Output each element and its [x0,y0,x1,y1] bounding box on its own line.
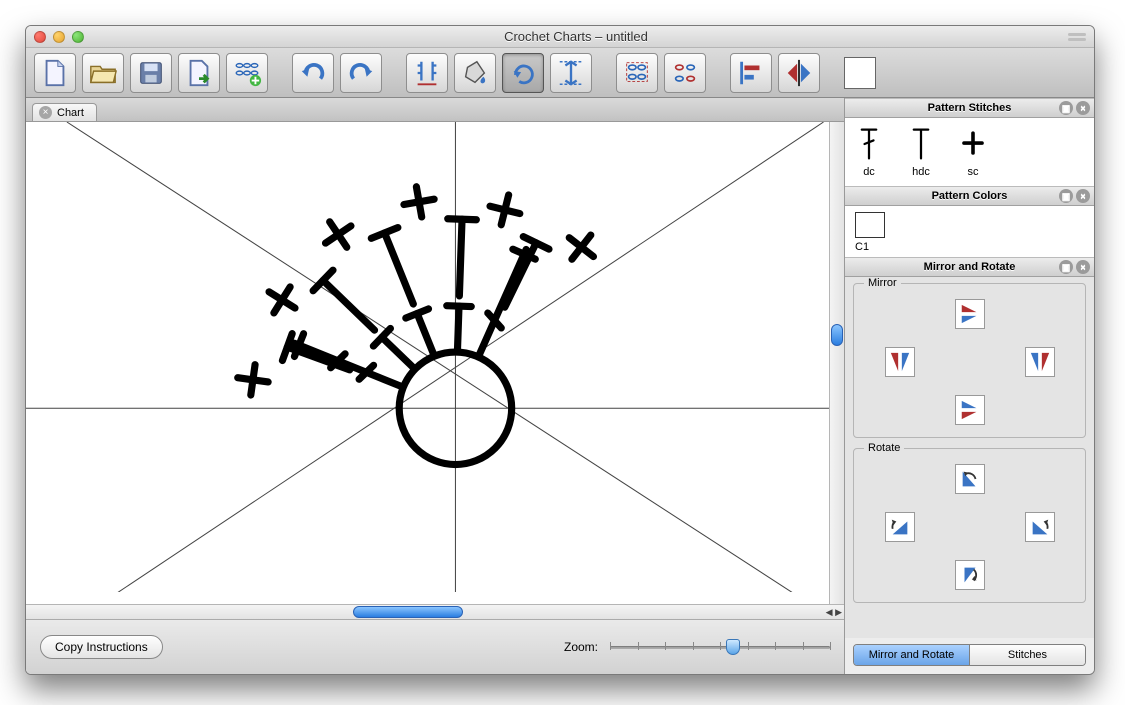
horizontal-scrollbar[interactable]: ◀ ▶ [26,604,844,619]
mirror-rotate-header: Mirror and Rotate ▣ × [845,257,1094,277]
stitch-list-button[interactable] [226,53,268,93]
mirror-horizontal-icon [784,58,814,88]
pattern-colors-header: Pattern Colors ▣ × [845,186,1094,206]
vertical-scroll-thumb[interactable] [831,324,843,346]
pattern-stitches-header: Pattern Stitches ▣ × [845,98,1094,118]
mirror-down-button[interactable] [955,395,985,425]
vertical-scrollbar[interactable] [829,122,844,604]
mirror-down-icon [959,399,981,421]
titlebar: Crochet Charts – untitled [26,26,1094,48]
chart-tab-label: Chart [57,107,84,119]
single-crochet-icon [959,126,987,162]
align-left-icon [736,58,766,88]
mirror-button[interactable] [778,53,820,93]
mirror-fieldset: Mirror [853,283,1086,438]
ungroup-button[interactable] [664,53,706,93]
zoom-window-button[interactable] [72,31,84,43]
mirror-up-button[interactable] [955,299,985,329]
mirror-right-button[interactable] [1025,347,1055,377]
copy-instructions-button[interactable]: Copy Instructions [40,635,163,659]
mirror-left-button[interactable] [885,347,915,377]
side-panel: Pattern Stitches ▣ × dc hdc sc [844,98,1094,674]
stitch-dc[interactable]: dc [855,126,883,178]
fill-bucket-icon [460,58,490,88]
rotate-tool-icon [508,58,538,88]
rotate-90-icon [959,468,981,490]
half-double-crochet-icon [907,126,935,162]
rotate-180-icon [959,564,981,586]
main-area: × Chart [26,98,844,674]
document-tab-strip: × Chart [26,98,844,122]
rotate-ccw-icon [889,516,911,538]
pattern-stitches-list: dc hdc sc [845,118,1094,186]
undock-panel-button[interactable]: ▣ [1059,101,1073,115]
align-button[interactable] [730,53,772,93]
insert-stitch-button[interactable] [406,53,448,93]
color-swatch-icon [855,212,885,238]
stitch-hdc[interactable]: hdc [907,126,935,178]
side-panel-tabs: Mirror and Rotate Stitches [853,644,1086,666]
save-button[interactable] [130,53,172,93]
rotate-fieldset: Rotate [853,448,1086,603]
scale-tool-button[interactable] [550,53,592,93]
open-folder-icon [88,58,118,88]
new-file-icon [40,58,70,88]
scale-tool-icon [556,58,586,88]
zoom-label: Zoom: [564,640,598,654]
window-controls [34,31,84,43]
mirror-up-icon [959,303,981,325]
bottom-bar: Copy Instructions Zoom: [26,619,844,674]
color-c1[interactable]: C1 [855,212,895,253]
current-color-swatch[interactable] [844,57,876,89]
undock-panel-button[interactable]: ▣ [1059,189,1073,203]
undo-icon [298,58,328,88]
tab-stitches[interactable]: Stitches [969,645,1085,665]
scroll-arrows[interactable]: ◀ ▶ [826,605,842,619]
close-panel-button[interactable]: × [1076,189,1090,203]
mirror-rotate-body: Mirror [845,277,1094,638]
insert-icon [412,58,442,88]
application-window: Crochet Charts – untitled [25,25,1095,675]
save-icon [136,58,166,88]
window-grip-icon [1068,33,1086,41]
mirror-left-icon [889,351,911,373]
pattern-colors-list: C1 [845,206,1094,257]
stitch-list-icon [232,58,262,88]
main-toolbar [26,48,1094,98]
horizontal-scroll-thumb[interactable] [353,606,463,618]
export-button[interactable] [178,53,220,93]
window-title: Crochet Charts – untitled [84,29,1068,44]
rotate-ccw-button[interactable] [885,512,915,542]
rotate-180-button[interactable] [955,560,985,590]
group-icon [622,58,652,88]
redo-icon [346,58,376,88]
double-crochet-icon [855,126,883,162]
tab-mirror-rotate[interactable]: Mirror and Rotate [854,645,969,665]
close-tab-button[interactable]: × [39,106,52,119]
rotate-cw-button[interactable] [1025,512,1055,542]
chart-tab[interactable]: × Chart [32,103,97,121]
group-button[interactable] [616,53,658,93]
new-file-button[interactable] [34,53,76,93]
zoom-control: Zoom: [564,638,830,656]
close-window-button[interactable] [34,31,46,43]
rotate-90-button[interactable] [955,464,985,494]
ungroup-icon [670,58,700,88]
rotate-tool-button[interactable] [502,53,544,93]
rotate-cw-icon [1029,516,1051,538]
fill-bucket-button[interactable] [454,53,496,93]
redo-button[interactable] [340,53,382,93]
zoom-slider[interactable] [610,638,830,656]
minimize-window-button[interactable] [53,31,65,43]
open-file-button[interactable] [82,53,124,93]
undo-button[interactable] [292,53,334,93]
close-panel-button[interactable]: × [1076,101,1090,115]
zoom-slider-thumb[interactable] [726,639,740,655]
stitch-sc[interactable]: sc [959,126,987,178]
export-icon [184,58,214,88]
mirror-right-icon [1029,351,1051,373]
close-panel-button[interactable]: × [1076,260,1090,274]
undock-panel-button[interactable]: ▣ [1059,260,1073,274]
chart-canvas[interactable] [26,122,844,604]
